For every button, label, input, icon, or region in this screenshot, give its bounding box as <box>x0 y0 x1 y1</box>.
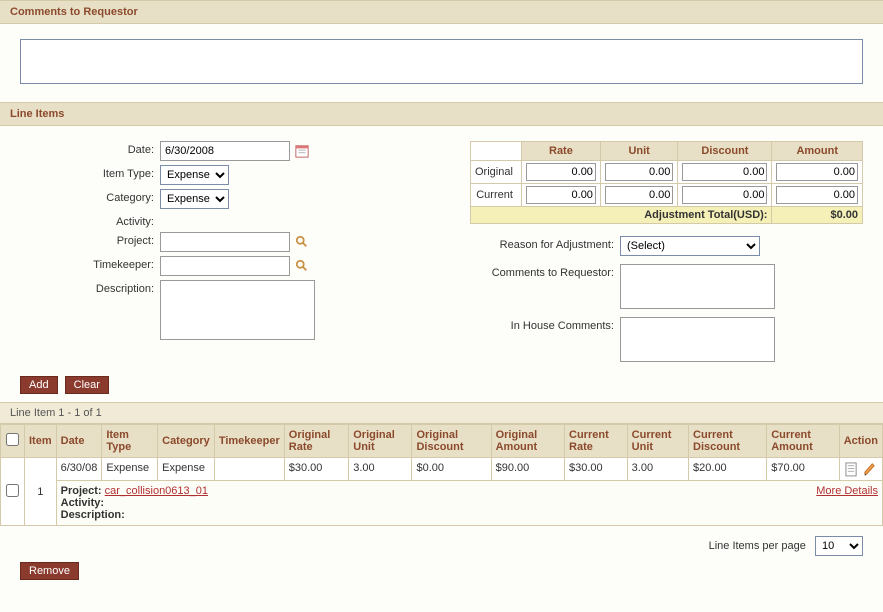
form-right-column: Rate Unit Discount Amount Original Curre… <box>470 141 863 366</box>
original-amount-input[interactable] <box>776 163 858 181</box>
calendar-icon[interactable] <box>294 143 310 159</box>
col-date: Date <box>56 425 102 458</box>
discount-header: Discount <box>678 142 772 161</box>
item-type-select[interactable]: Expense <box>160 165 229 185</box>
cell-orig-disc: $0.00 <box>412 458 491 481</box>
current-amount-input[interactable] <box>776 186 858 204</box>
inhouse-comments-textarea[interactable] <box>620 317 775 362</box>
inhouse-comments-label: In House Comments: <box>470 317 620 332</box>
rate-header: Rate <box>521 142 600 161</box>
timekeeper-input[interactable] <box>160 256 290 276</box>
line-items-table: Item Date Item Type Category Timekeeper … <box>0 424 883 526</box>
original-rate-input[interactable] <box>526 163 596 181</box>
col-item: Item <box>25 425 57 458</box>
timekeeper-label: Timekeeper: <box>20 256 160 271</box>
col-category: Category <box>158 425 215 458</box>
current-unit-input[interactable] <box>605 186 673 204</box>
cell-orig-rate: $30.00 <box>284 458 348 481</box>
button-row: Add Clear <box>0 376 883 402</box>
col-item-type: Item Type <box>102 425 158 458</box>
project-label: Project: <box>20 232 160 247</box>
detail-project-link[interactable]: car_collision0613_01 <box>105 485 208 497</box>
detail-activity-label: Activity: <box>61 497 104 509</box>
cell-orig-amt: $90.00 <box>491 458 564 481</box>
cell-orig-unit: 3.00 <box>349 458 412 481</box>
comments-requestor-textarea[interactable] <box>20 39 863 84</box>
table-info-bar: Line Item 1 - 1 of 1 <box>0 402 883 424</box>
rate-table: Rate Unit Discount Amount Original Curre… <box>470 141 863 224</box>
reason-adjustment-select[interactable]: (Select) <box>620 236 760 256</box>
unit-header: Unit <box>600 142 677 161</box>
description-label: Description: <box>20 280 160 295</box>
view-icon[interactable] <box>845 462 858 476</box>
cell-action <box>839 458 882 481</box>
cell-cur-rate: $30.00 <box>565 458 628 481</box>
reason-adjustment-label: Reason for Adjustment: <box>470 236 620 251</box>
description-textarea[interactable] <box>160 280 315 340</box>
cell-item-type: Expense <box>102 458 158 481</box>
detail-description-label: Description: <box>61 509 125 521</box>
comments-requestor-right-label: Comments to Requestor: <box>470 264 620 279</box>
comments-requestor-header: Comments to Requestor <box>0 0 883 24</box>
cell-cur-amt: $70.00 <box>767 458 839 481</box>
activity-label: Activity: <box>20 213 160 228</box>
amount-header: Amount <box>772 142 863 161</box>
adjustment-total-value: $0.00 <box>772 207 863 224</box>
adjustment-total-label: Adjustment Total(USD): <box>471 207 772 224</box>
col-cur-unit: Current Unit <box>627 425 688 458</box>
cell-item: 1 <box>25 458 57 526</box>
add-button[interactable]: Add <box>20 376 58 394</box>
project-input[interactable] <box>160 232 290 252</box>
col-orig-unit: Original Unit <box>349 425 412 458</box>
comments-requestor-container <box>0 24 883 102</box>
col-cur-rate: Current Rate <box>565 425 628 458</box>
category-label: Category: <box>20 189 160 204</box>
comments-requestor-right-textarea[interactable] <box>620 264 775 309</box>
detail-project-label: Project: <box>61 485 102 497</box>
current-row-label: Current <box>471 184 522 207</box>
date-input[interactable] <box>160 141 290 161</box>
col-orig-disc: Original Discount <box>412 425 491 458</box>
more-details-link[interactable]: More Details <box>816 485 878 497</box>
table-detail-row: More Details Project: car_collision0613_… <box>1 481 883 526</box>
cell-timekeeper <box>214 458 284 481</box>
current-rate-input[interactable] <box>526 186 596 204</box>
col-action: Action <box>839 425 882 458</box>
original-discount-input[interactable] <box>682 163 767 181</box>
col-cur-amt: Current Amount <box>767 425 839 458</box>
table-row: 1 6/30/08 Expense Expense $30.00 3.00 $0… <box>1 458 883 481</box>
col-timekeeper: Timekeeper <box>214 425 284 458</box>
pager-row: Line Items per page 10 <box>0 526 883 562</box>
cell-cur-disc: $20.00 <box>689 458 767 481</box>
project-search-icon[interactable] <box>294 234 310 250</box>
form-left-column: Date: Item Type: Expense Category: Expen… <box>20 141 440 366</box>
date-label: Date: <box>20 141 160 156</box>
select-all-checkbox[interactable] <box>6 433 19 446</box>
timekeeper-search-icon[interactable] <box>294 258 310 274</box>
original-unit-input[interactable] <box>605 163 673 181</box>
col-cur-disc: Current Discount <box>689 425 767 458</box>
remove-button[interactable]: Remove <box>20 562 79 580</box>
category-select[interactable]: Expense <box>160 189 229 209</box>
pager-label: Line Items per page <box>709 540 806 552</box>
edit-icon[interactable] <box>863 462 876 476</box>
current-discount-input[interactable] <box>682 186 767 204</box>
row-checkbox[interactable] <box>6 484 19 497</box>
col-orig-amt: Original Amount <box>491 425 564 458</box>
cell-date: 6/30/08 <box>56 458 102 481</box>
line-items-header: Line Items <box>0 102 883 126</box>
original-row-label: Original <box>471 161 522 184</box>
col-orig-rate: Original Rate <box>284 425 348 458</box>
cell-cur-unit: 3.00 <box>627 458 688 481</box>
line-items-form: Date: Item Type: Expense Category: Expen… <box>0 126 883 376</box>
clear-button[interactable]: Clear <box>65 376 109 394</box>
pager-select[interactable]: 10 <box>815 536 863 556</box>
remove-row: Remove <box>0 562 883 595</box>
cell-category: Expense <box>158 458 215 481</box>
item-type-label: Item Type: <box>20 165 160 180</box>
